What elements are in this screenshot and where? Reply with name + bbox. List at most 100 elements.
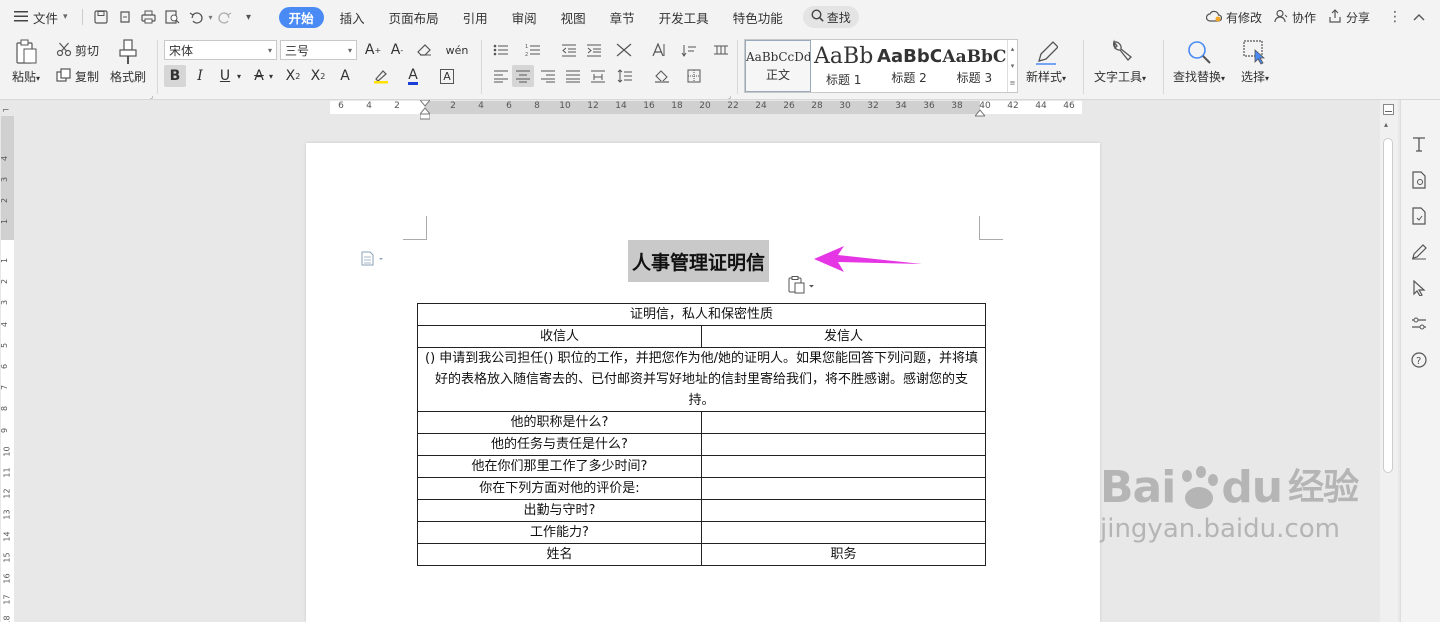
bullet-list-icon[interactable]	[490, 39, 512, 61]
underline-icon[interactable]: U	[214, 65, 236, 87]
decrease-font-icon[interactable]: A-	[386, 39, 408, 61]
document-check-icon[interactable]	[1409, 206, 1429, 226]
text-box-icon[interactable]	[1409, 134, 1429, 154]
align-left-icon[interactable]	[490, 65, 512, 87]
paste-button[interactable]: 粘贴▾	[12, 38, 40, 85]
question-cell[interactable]: 你在下列方面对他的评价是:	[417, 477, 702, 500]
format-painter-button[interactable]: 格式刷	[110, 38, 146, 85]
chevron-up-icon[interactable]: ▴	[1011, 45, 1015, 53]
footer-name-cell[interactable]: 姓名	[417, 543, 702, 566]
tab-3[interactable]: 引用	[451, 0, 500, 34]
tab-2[interactable]: 页面布局	[377, 0, 451, 34]
align-right-icon[interactable]	[537, 65, 559, 87]
chinese-layout-icon[interactable]	[613, 39, 635, 61]
print-icon[interactable]	[140, 8, 158, 26]
style-heading-1[interactable]: AaBb 标题 1	[811, 40, 876, 92]
bold-icon[interactable]: B	[164, 65, 186, 87]
increase-indent-icon[interactable]	[583, 39, 605, 61]
increase-font-icon[interactable]: A +	[362, 39, 384, 61]
superscript-icon[interactable]: X2	[282, 65, 304, 87]
shading-icon[interactable]	[651, 65, 673, 87]
copy-button[interactable]: 复制	[56, 68, 99, 85]
style-normal[interactable]: AaBbCcDd 正文	[745, 40, 811, 92]
settings-sliders-icon[interactable]	[1409, 314, 1429, 334]
footer-title-cell[interactable]: 职务	[701, 543, 986, 566]
tab-7[interactable]: 开发工具	[647, 0, 721, 34]
search-button[interactable]: 查找	[802, 6, 859, 28]
clear-format-icon[interactable]	[414, 39, 436, 61]
align-center-icon[interactable]	[512, 65, 534, 87]
horizontal-ruler[interactable]: 6 4 2 2 4 6 8 10 12 14 16 18 20 22 24 26 28 30 32 34 36 38 40 4…	[0, 99, 1380, 120]
numbered-list-icon[interactable]: 12	[522, 39, 544, 61]
collapse-ribbon-icon[interactable]	[1410, 8, 1428, 26]
question-cell[interactable]: 工作能力?	[417, 521, 702, 544]
chevron-down-icon[interactable]: ▾	[1011, 62, 1015, 70]
right-indent-marker-icon[interactable]	[973, 106, 987, 120]
answer-cell[interactable]	[701, 499, 986, 522]
modified-status[interactable]: 有修改	[1200, 9, 1268, 26]
customize-toolbar-icon[interactable]: ▾	[240, 8, 258, 26]
group-launcher-icon[interactable]: ⌟	[728, 92, 731, 100]
request-paragraph-cell[interactable]: () 申请到我公司担任() 职位的工作，并把您作为他/她的证明人。如果您能回答下…	[417, 347, 986, 412]
font-size-select[interactable]: 三号 ▾	[280, 40, 357, 60]
col-header-sender[interactable]: 发信人	[701, 325, 986, 348]
character-border-icon[interactable]: A	[436, 65, 458, 87]
vertical-scrollbar[interactable]: ▴	[1380, 100, 1398, 622]
paragraph-options-icon[interactable]	[360, 251, 388, 270]
justify-icon[interactable]	[562, 65, 584, 87]
export-pdf-icon[interactable]	[116, 8, 134, 26]
font-color-icon[interactable]: A	[402, 65, 424, 87]
cut-button[interactable]: 剪切	[56, 42, 99, 59]
subscript-icon[interactable]: X2	[307, 65, 329, 87]
table-header-cell[interactable]: 证明信，私人和保密性质	[417, 303, 986, 326]
vertical-ruler[interactable]: 4 3 2 1 1 2 3 4 5 6 7 8 9 10 11 12 13 14 15 16 17 18	[0, 116, 16, 622]
chevron-down-icon[interactable]: ▾	[234, 65, 244, 87]
new-style-button[interactable]: 新样式▾	[1026, 38, 1066, 85]
answer-cell[interactable]	[701, 521, 986, 544]
sort-icon[interactable]	[678, 39, 700, 61]
question-cell[interactable]: 出勤与守时?	[417, 499, 702, 522]
undo-icon[interactable]	[188, 8, 206, 26]
tab-4[interactable]: 审阅	[500, 0, 549, 34]
help-icon[interactable]: ?	[1409, 350, 1429, 370]
answer-cell[interactable]	[701, 477, 986, 500]
tab-6[interactable]: 章节	[598, 0, 647, 34]
redo-icon[interactable]	[216, 8, 234, 26]
document-page[interactable]: 人事管理证明信 证明信，私人和保密性质 收信人 发信人 () 申请到我公司担任(…	[306, 143, 1100, 622]
text-tools-button[interactable]: 文字工具▾	[1094, 38, 1146, 85]
document-title[interactable]: 人事管理证明信	[628, 240, 770, 282]
collaborate-button[interactable]: 协作	[1268, 9, 1322, 26]
style-heading-3[interactable]: AaBbC 标题 3	[942, 40, 1007, 92]
tab-stop-selector-icon[interactable]: ⌐	[2, 106, 10, 116]
scrollbar-thumb[interactable]	[1383, 138, 1393, 473]
chevron-up-icon[interactable]: ▴	[1384, 120, 1388, 129]
more-options-icon[interactable]: ⋮	[1386, 8, 1404, 26]
col-header-recipient[interactable]: 收信人	[417, 325, 702, 348]
font-name-select[interactable]: 宋体 ▾	[164, 40, 277, 60]
split-view-icon[interactable]	[1383, 104, 1394, 115]
highlight-icon[interactable]	[370, 65, 392, 87]
table-grid-icon[interactable]	[710, 39, 732, 61]
answer-cell[interactable]	[701, 455, 986, 478]
italic-icon[interactable]: I	[189, 65, 211, 87]
undo-dropdown-icon[interactable]: ▾	[209, 13, 213, 22]
pointer-icon[interactable]	[1409, 278, 1429, 298]
find-replace-button[interactable]: 查找替换▾	[1173, 38, 1225, 85]
tab-0[interactable]: 开始	[278, 6, 324, 28]
show-marks-icon[interactable]	[647, 39, 669, 61]
chevron-down-icon[interactable]: ▾	[266, 65, 276, 87]
question-cell[interactable]: 他在你们那里工作了多少时间?	[417, 455, 702, 478]
text-effect-icon[interactable]: A	[334, 65, 356, 87]
file-menu[interactable]: 文件 ▾	[0, 0, 76, 34]
gallery-scroll[interactable]: ▴ ▾ ≡	[1007, 40, 1017, 92]
expand-icon[interactable]: ≡	[1010, 79, 1016, 87]
tab-1[interactable]: 插入	[328, 0, 377, 34]
tab-8[interactable]: 特色功能	[721, 0, 795, 34]
question-cell[interactable]: 他的任务与责任是什么?	[417, 433, 702, 456]
share-button[interactable]: 分享	[1322, 8, 1376, 26]
distribute-icon[interactable]	[587, 65, 609, 87]
select-button[interactable]: 选择▾	[1241, 38, 1269, 85]
borders-icon[interactable]	[683, 65, 705, 87]
style-heading-2[interactable]: AaBbC 标题 2	[876, 40, 941, 92]
document-assistant-icon[interactable]	[1409, 170, 1429, 190]
